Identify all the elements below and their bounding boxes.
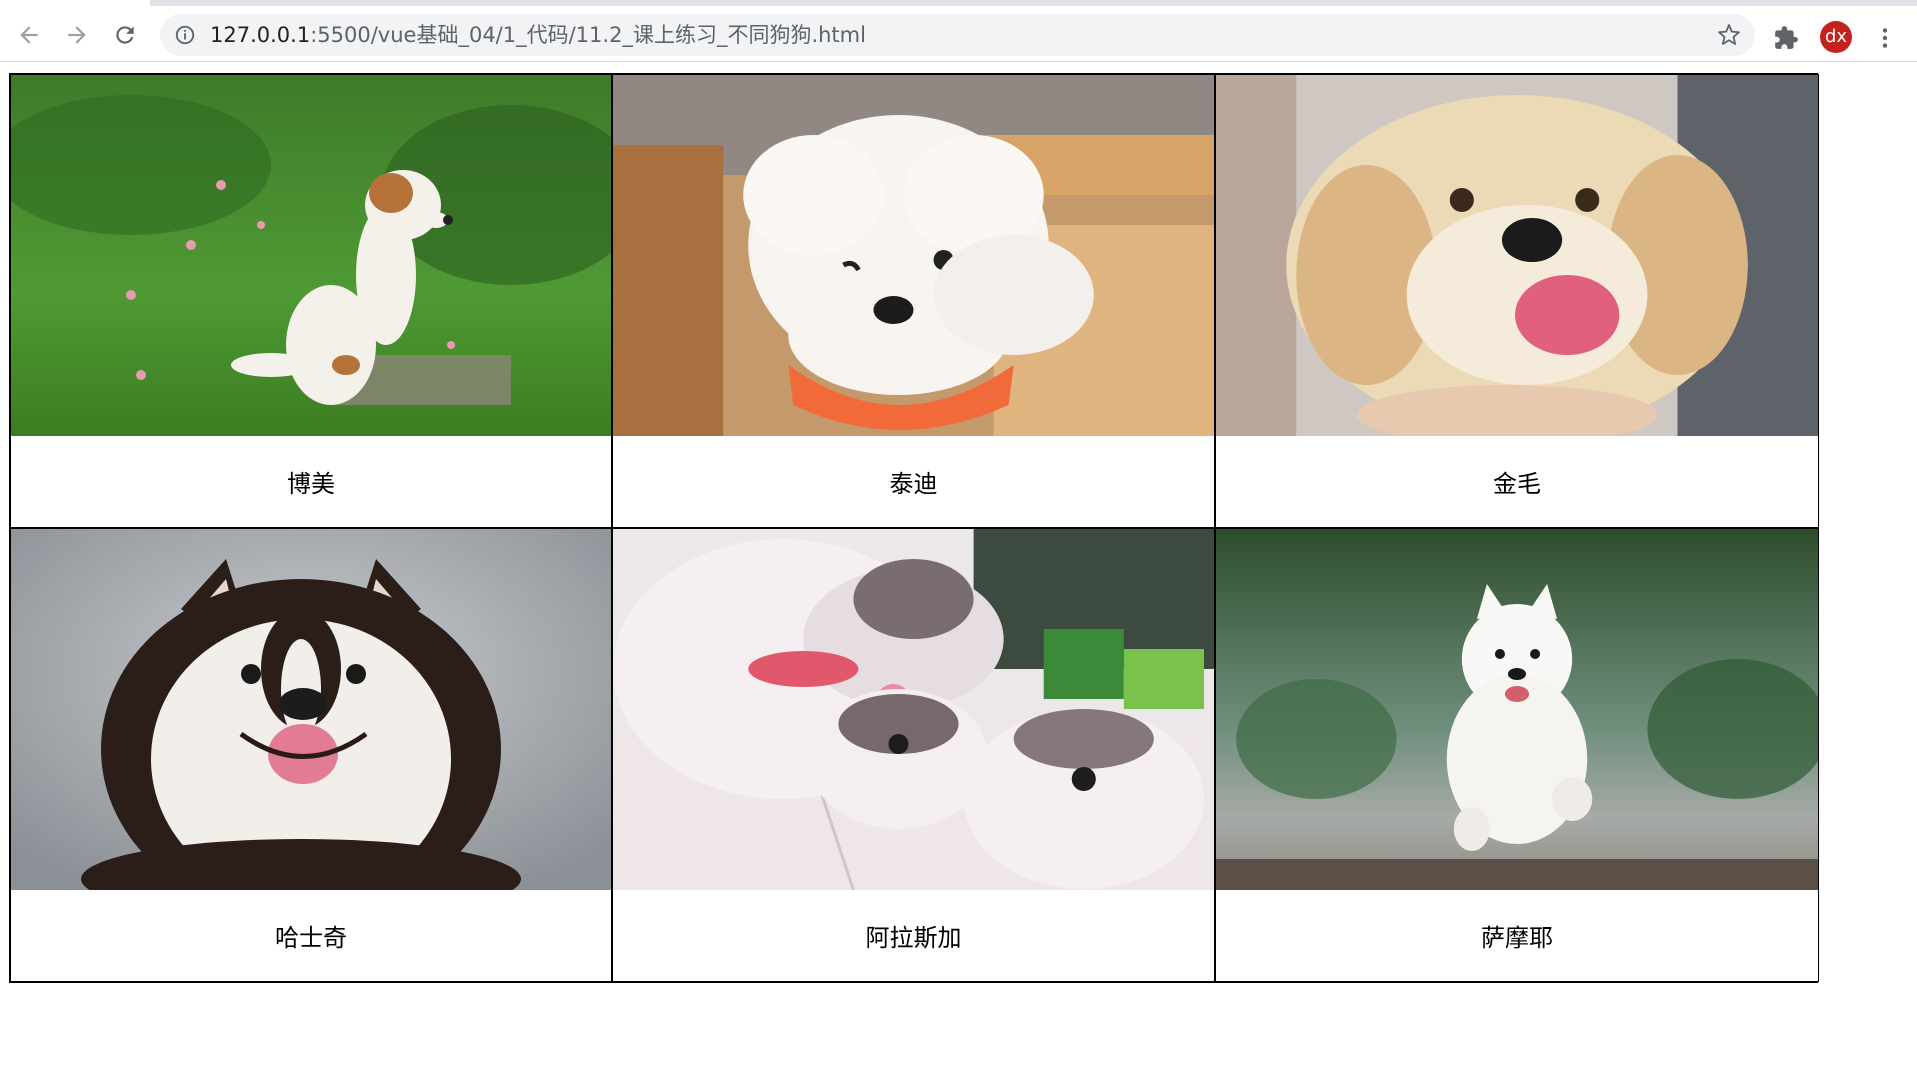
dog-card: 泰迪 bbox=[612, 74, 1215, 528]
url-text[interactable]: 127.0.0.1:5500/vue基础_04/1_代码/11.2_课上练习_不… bbox=[210, 14, 866, 56]
dog-name: 金毛 bbox=[1493, 470, 1541, 498]
dog-photo-alaskan bbox=[613, 529, 1214, 890]
dog-name: 博美 bbox=[287, 470, 335, 498]
puzzle-icon[interactable] bbox=[1773, 25, 1799, 51]
star-icon[interactable] bbox=[1717, 23, 1741, 47]
dog-photo-teddy bbox=[613, 75, 1214, 436]
dog-name: 哈士奇 bbox=[275, 924, 347, 952]
browser-toolbar: 127.0.0.1:5500/vue基础_04/1_代码/11.2_课上练习_不… bbox=[0, 6, 1917, 62]
dog-card: 萨摩耶 bbox=[1215, 528, 1819, 982]
dog-card: 博美 bbox=[10, 74, 612, 528]
back-button[interactable] bbox=[12, 18, 46, 52]
kebab-menu-icon[interactable] bbox=[1872, 25, 1898, 51]
dog-card: 阿拉斯加 bbox=[612, 528, 1215, 982]
reload-icon bbox=[116, 26, 134, 44]
dog-photo-pomeranian bbox=[11, 75, 611, 436]
dog-card: 哈士奇 bbox=[10, 528, 612, 982]
dog-name: 阿拉斯加 bbox=[865, 924, 962, 952]
dog-name: 泰迪 bbox=[889, 470, 938, 498]
reload-button[interactable] bbox=[108, 18, 142, 52]
url-host: 127.0.0.1 bbox=[210, 23, 311, 47]
forward-button[interactable] bbox=[60, 18, 94, 52]
forward-arrow-icon bbox=[68, 26, 86, 44]
dog-card: 金毛 bbox=[1215, 74, 1819, 528]
url-path: :5500/vue基础_04/1_代码/11.2_课上练习_不同狗狗.html bbox=[310, 23, 866, 47]
address-bar[interactable]: 127.0.0.1:5500/vue基础_04/1_代码/11.2_课上练习_不… bbox=[160, 14, 1755, 56]
back-arrow-icon bbox=[20, 26, 38, 44]
info-icon[interactable] bbox=[174, 24, 196, 46]
dog-photo-golden bbox=[1216, 75, 1818, 436]
dog-photo-samoyed bbox=[1216, 529, 1818, 890]
dog-photo-husky bbox=[11, 529, 611, 890]
profile-avatar[interactable]: dx bbox=[1820, 21, 1852, 53]
dog-table: 博美 泰迪 金毛 哈士奇 阿拉斯加 萨摩耶 bbox=[9, 73, 1819, 983]
dog-name: 萨摩耶 bbox=[1481, 924, 1553, 952]
